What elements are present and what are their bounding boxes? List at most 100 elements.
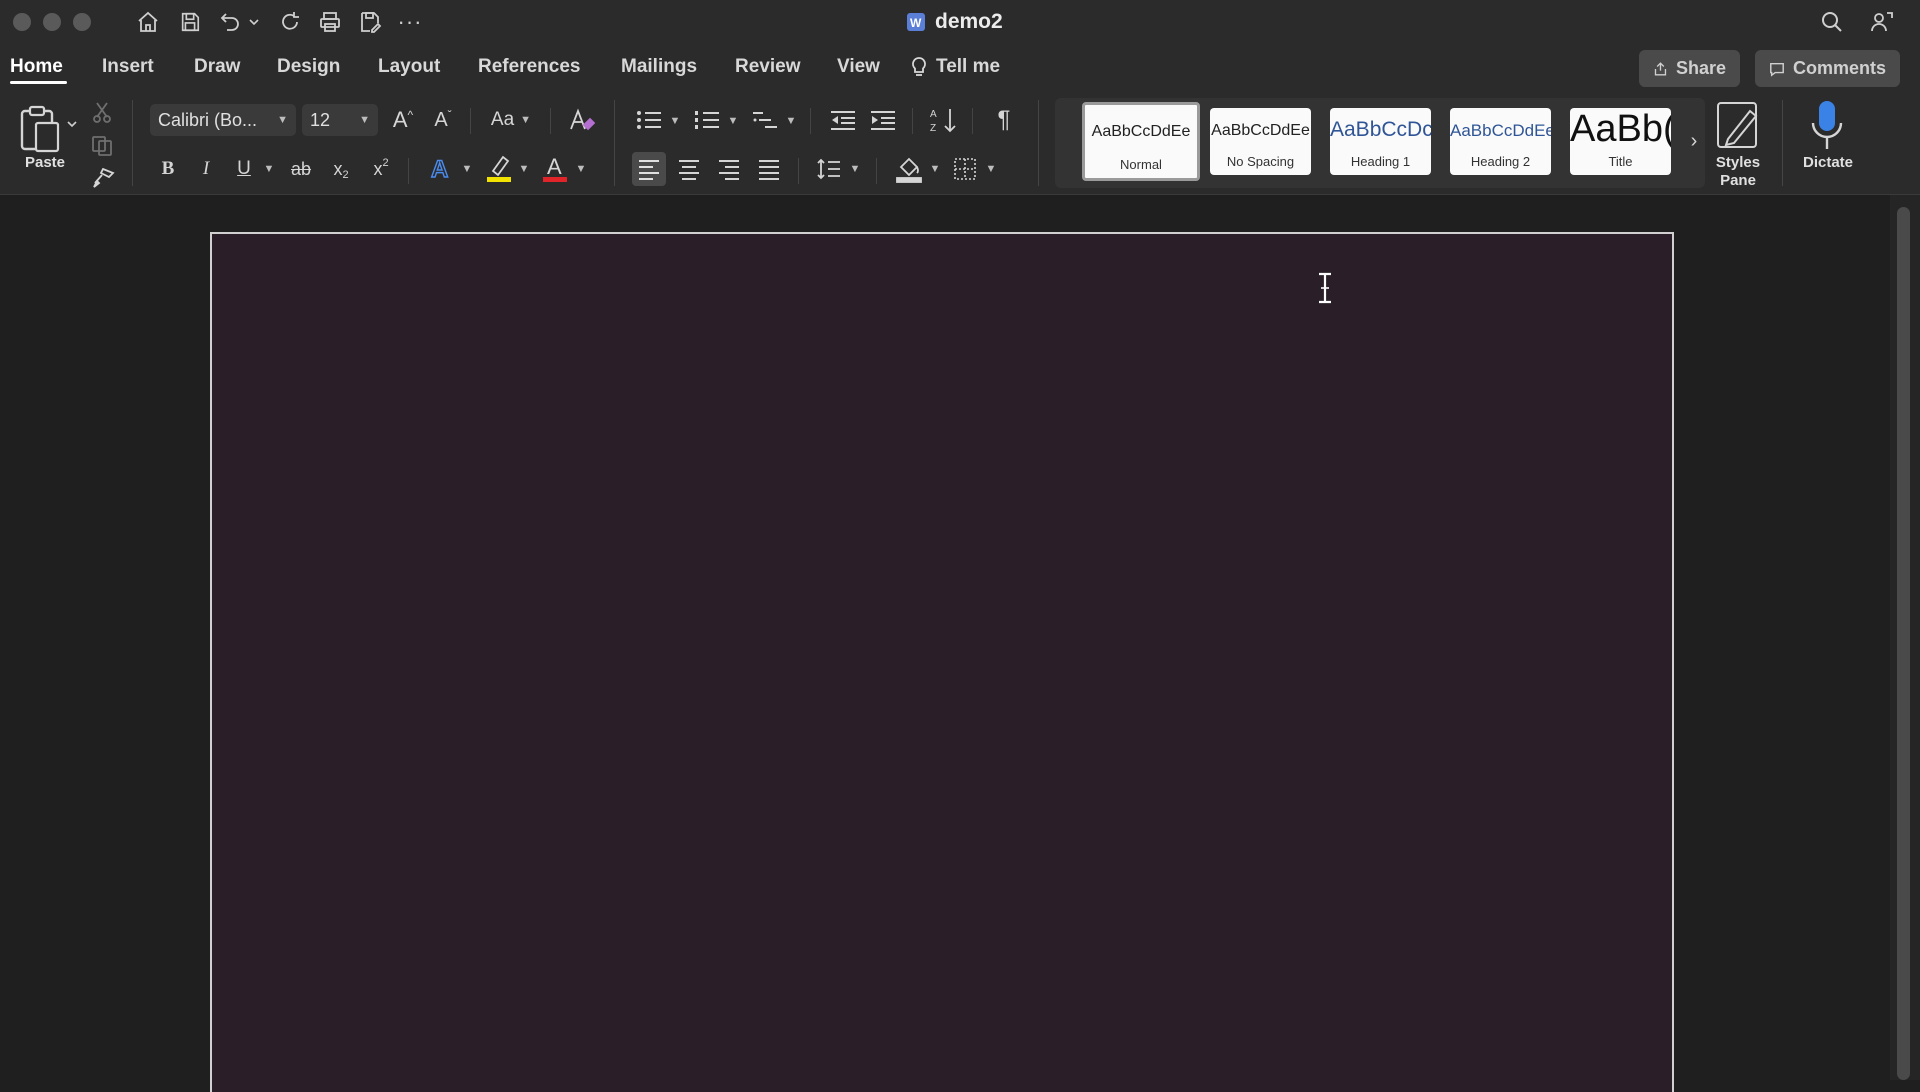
maximize-window-button[interactable] (73, 13, 91, 31)
font-color-dropdown-icon[interactable]: ▼ (574, 160, 588, 178)
styles-pane-label-line2: Pane (1720, 172, 1756, 189)
font-size-value: 12 (310, 109, 331, 130)
more-commands-icon[interactable]: ··· (396, 8, 424, 36)
save-as-icon[interactable] (356, 8, 384, 36)
superscript-button[interactable]: x2 (366, 154, 396, 184)
home-icon[interactable] (134, 8, 162, 36)
increase-indent-icon[interactable] (866, 104, 900, 136)
line-spacing-icon[interactable] (812, 152, 846, 186)
tab-references[interactable]: References (478, 56, 580, 78)
tab-insert[interactable]: Insert (102, 56, 154, 78)
svg-text:W: W (910, 16, 922, 30)
format-painter-icon[interactable] (90, 166, 116, 190)
active-tab-indicator (10, 81, 67, 84)
tab-review[interactable]: Review (735, 56, 800, 78)
style-normal-name: Normal (1120, 157, 1162, 172)
font-family-value: Calibri (Bo... (158, 109, 258, 130)
tab-design[interactable]: Design (277, 56, 340, 78)
svg-text:Z: Z (930, 123, 936, 134)
font-family-select[interactable]: Calibri (Bo... ▼ (150, 104, 296, 136)
clipboard-icon (20, 105, 60, 153)
minimize-window-button[interactable] (43, 13, 61, 31)
ribbon-separator (614, 100, 615, 186)
chevron-down-icon: ▼ (359, 114, 370, 126)
strikethrough-button[interactable]: ab (286, 154, 316, 184)
subscript-button[interactable]: x2 (326, 154, 356, 184)
ribbon-separator (972, 108, 973, 134)
styles-gallery-next-icon[interactable]: › (1686, 128, 1702, 154)
shrink-font-button[interactable]: Aˇ (428, 104, 458, 136)
vertical-scrollbar[interactable] (1897, 207, 1910, 1080)
underline-dropdown-icon[interactable]: ▼ (262, 160, 276, 178)
share-person-icon[interactable] (1868, 8, 1896, 36)
borders-icon[interactable] (948, 152, 982, 186)
change-case-button[interactable]: Aa ▼ (486, 104, 536, 136)
sort-icon[interactable]: AZ (926, 102, 960, 138)
ribbon-separator (912, 108, 913, 134)
style-heading-1[interactable]: AaBbCcDc Heading 1 (1330, 108, 1431, 175)
styles-pane-button[interactable] (1714, 100, 1764, 152)
tab-mailings[interactable]: Mailings (621, 56, 697, 78)
ribbon-separator (1782, 100, 1783, 186)
paste-button[interactable] (14, 102, 70, 158)
highlight-dropdown-icon[interactable]: ▼ (517, 160, 531, 178)
justify-button[interactable] (752, 152, 786, 186)
line-spacing-dropdown-icon[interactable]: ▼ (848, 160, 862, 178)
tab-home[interactable]: Home (10, 56, 63, 78)
close-window-button[interactable] (13, 13, 31, 31)
style-no-spacing[interactable]: AaBbCcDdEe No Spacing (1210, 108, 1311, 175)
borders-dropdown-icon[interactable]: ▼ (984, 160, 998, 178)
style-title-sample: AaBb( (1570, 108, 1671, 150)
redo-icon[interactable] (276, 8, 304, 36)
bullets-icon[interactable] (632, 104, 666, 136)
decrease-indent-icon[interactable] (826, 104, 860, 136)
cut-icon[interactable] (90, 100, 114, 124)
bullets-dropdown-icon[interactable]: ▼ (668, 112, 682, 130)
undo-icon[interactable] (216, 8, 244, 36)
font-color-icon[interactable]: A (538, 150, 572, 186)
shading-dropdown-icon[interactable]: ▼ (928, 160, 942, 178)
style-normal[interactable]: AaBbCcDdEe Normal (1082, 102, 1200, 181)
save-icon[interactable] (176, 8, 204, 36)
font-size-select[interactable]: 12 ▼ (302, 104, 378, 136)
style-no-spacing-sample: AaBbCcDdEe (1211, 122, 1310, 139)
style-heading-2-name: Heading 2 (1470, 154, 1531, 169)
grow-font-button[interactable]: A ^ (388, 104, 418, 136)
numbering-dropdown-icon[interactable]: ▼ (726, 112, 740, 130)
shading-icon[interactable] (892, 150, 926, 186)
numbering-icon[interactable] (690, 104, 724, 136)
print-icon[interactable] (316, 8, 344, 36)
comments-button[interactable]: Comments (1755, 50, 1900, 87)
bold-button[interactable]: B (154, 154, 182, 184)
copy-icon[interactable] (90, 134, 114, 158)
text-effects-dropdown-icon[interactable]: ▼ (460, 160, 474, 178)
tab-draw[interactable]: Draw (194, 56, 240, 78)
document-page[interactable] (210, 232, 1674, 1092)
multilevel-list-icon[interactable] (748, 104, 782, 136)
clear-formatting-icon[interactable] (566, 104, 598, 136)
ribbon-separator (470, 108, 471, 134)
style-title[interactable]: AaBb( Title (1570, 108, 1671, 175)
text-effects-icon[interactable]: A (424, 152, 458, 186)
paste-dropdown-icon[interactable] (66, 118, 78, 130)
align-left-button[interactable] (632, 152, 666, 186)
underline-button[interactable]: U (230, 154, 258, 184)
tab-view[interactable]: View (837, 56, 880, 78)
undo-dropdown-icon[interactable] (247, 8, 261, 36)
text-cursor-icon (1314, 272, 1336, 304)
share-label: Share (1675, 58, 1726, 78)
align-center-button[interactable] (672, 152, 706, 186)
multilevel-dropdown-icon[interactable]: ▼ (784, 112, 798, 130)
tab-layout[interactable]: Layout (378, 56, 440, 78)
show-formatting-marks-button[interactable]: ¶ (988, 104, 1020, 136)
dictate-label: Dictate (1802, 154, 1854, 171)
italic-button[interactable]: I (192, 154, 220, 184)
highlight-icon[interactable] (482, 150, 516, 186)
dictate-button[interactable] (1805, 98, 1849, 154)
search-icon[interactable] (1818, 8, 1846, 36)
style-heading-2[interactable]: AaBbCcDdEe Heading 2 (1450, 108, 1551, 175)
share-button[interactable]: Share (1639, 50, 1740, 87)
tab-tell-me[interactable]: Tell me (910, 56, 1000, 78)
align-right-button[interactable] (712, 152, 746, 186)
style-title-name: Title (1608, 154, 1633, 169)
